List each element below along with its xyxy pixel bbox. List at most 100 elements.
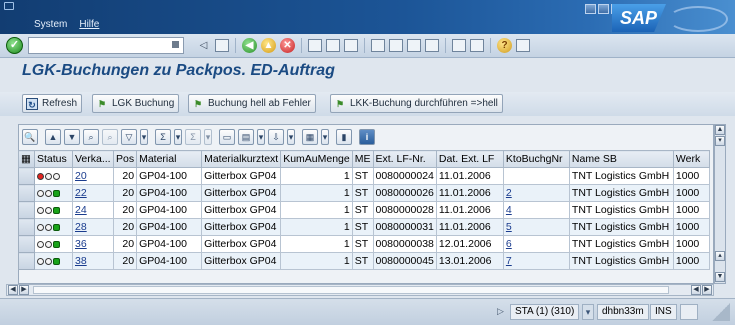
last-page-icon[interactable] xyxy=(425,39,439,52)
information-icon[interactable]: i xyxy=(359,129,375,145)
status-system-info[interactable]: STA (1) (310) xyxy=(510,304,580,320)
column-header-materialkurztext[interactable]: Materialkurztext xyxy=(201,150,282,168)
cell-verka[interactable]: 22 xyxy=(72,184,114,202)
scroll-down-icon[interactable]: ▼ xyxy=(715,272,725,282)
column-header-material[interactable]: Material xyxy=(136,150,203,168)
column-header-ext-lf-nr[interactable]: Ext. LF-Nr. xyxy=(372,150,437,168)
status-insert-mode[interactable]: INS xyxy=(650,304,677,320)
buchung-hell-ab-fehler-button[interactable]: ⚑ Buchung hell ab Fehler xyxy=(188,94,316,113)
shortcut-icon[interactable] xyxy=(470,39,484,52)
sort-descending-icon[interactable]: ▼ xyxy=(64,129,80,145)
filter-icon[interactable]: ▽ xyxy=(121,129,137,145)
sum-dropdown-icon[interactable]: ▾ xyxy=(174,129,182,145)
page-up-icon[interactable]: ▾ xyxy=(715,136,725,146)
export-icon[interactable]: ⇩ xyxy=(268,129,284,145)
save-icon[interactable] xyxy=(215,39,229,52)
title-bar: System Hilfe SAP xyxy=(0,0,735,34)
find-icon[interactable]: ⌕ xyxy=(83,129,99,145)
status-expand-icon[interactable]: ▷ xyxy=(497,306,504,317)
sum-icon[interactable]: Σ xyxy=(155,129,171,145)
cell-verka[interactable]: 36 xyxy=(72,235,114,253)
sort-ascending-icon[interactable]: ▲ xyxy=(45,129,61,145)
find-icon[interactable] xyxy=(326,39,340,52)
previous-page-icon[interactable] xyxy=(389,39,403,52)
table-row[interactable]: 28 20 GP04-100 Gitterbox GP04 1 ST 0080000031 1… xyxy=(18,218,710,236)
print-preview-icon[interactable]: ▭ xyxy=(219,129,235,145)
command-field[interactable] xyxy=(28,37,184,54)
column-header-ktobuchgnr[interactable]: KtoBuchgNr xyxy=(502,150,570,168)
cell-verka[interactable]: 38 xyxy=(72,252,114,270)
enter-check-icon[interactable]: ✓ xyxy=(6,37,23,54)
views-dropdown-icon[interactable]: ▾ xyxy=(257,129,265,145)
column-header-werk[interactable]: Werk xyxy=(672,150,710,168)
layout-dropdown-icon[interactable]: ▾ xyxy=(321,129,329,145)
cell-kto[interactable]: 4 xyxy=(502,201,570,219)
cell-kto[interactable]: 6 xyxy=(502,235,570,253)
cell-kto[interactable]: 7 xyxy=(502,252,570,270)
column-header-me[interactable]: ME xyxy=(351,150,374,168)
layout-menu-icon[interactable] xyxy=(516,39,530,52)
filter-dropdown-icon[interactable]: ▾ xyxy=(140,129,148,145)
help-icon[interactable]: ? xyxy=(497,38,512,53)
table-row[interactable]: 22 20 GP04-100 Gitterbox GP04 1 ST 0080000026 1… xyxy=(18,184,710,202)
menu-item-hilfe[interactable]: Hilfe xyxy=(79,19,99,30)
cell-kto[interactable]: 5 xyxy=(502,218,570,236)
cell-kurztext: Gitterbox GP04 xyxy=(201,235,282,253)
row-selector[interactable] xyxy=(18,167,35,185)
cell-verka[interactable]: 28 xyxy=(72,218,114,236)
command-history-dropdown-icon[interactable] xyxy=(172,41,179,48)
back-icon[interactable]: ◀ xyxy=(242,38,257,53)
scroll-left-end-icon[interactable]: ◀ xyxy=(691,285,701,295)
export-dropdown-icon[interactable]: ▾ xyxy=(287,129,295,145)
scroll-right-start-icon[interactable]: ▶ xyxy=(19,285,29,295)
cell-verka[interactable]: 20 xyxy=(72,167,114,185)
cell-kto[interactable] xyxy=(502,167,570,185)
row-selector[interactable] xyxy=(18,218,35,236)
next-page-icon[interactable] xyxy=(407,39,421,52)
views-icon[interactable]: ▤ xyxy=(238,129,254,145)
row-selector[interactable] xyxy=(18,235,35,253)
column-header-kumaumenge[interactable]: KumAuMenge xyxy=(280,150,353,168)
minimize-button[interactable] xyxy=(585,4,596,14)
table-row[interactable]: 36 20 GP04-100 Gitterbox GP04 1 ST 0080000038 1… xyxy=(18,235,710,253)
cell-kto[interactable]: 2 xyxy=(502,184,570,202)
layout-icon[interactable]: ▦ xyxy=(302,129,318,145)
column-header-status[interactable]: Status xyxy=(34,150,73,168)
row-selector[interactable] xyxy=(18,201,35,219)
maximize-button[interactable] xyxy=(598,4,609,14)
horizontal-scroll-thumb[interactable] xyxy=(33,286,669,294)
new-session-icon[interactable] xyxy=(452,39,466,52)
row-selector[interactable] xyxy=(18,252,35,270)
page-down-icon[interactable]: ▴ xyxy=(715,251,725,261)
window-menu-icon[interactable] xyxy=(4,2,14,10)
print-icon[interactable] xyxy=(308,39,322,52)
cell-verka[interactable]: 24 xyxy=(72,201,114,219)
column-header-name-sb[interactable]: Name SB xyxy=(568,150,674,168)
table-row[interactable]: 38 20 GP04-100 Gitterbox GP04 1 ST 0080000045 1… xyxy=(18,252,710,270)
table-row[interactable]: 20 20 GP04-100 Gitterbox GP04 1 ST 0080000024 1… xyxy=(18,167,710,185)
scroll-up-icon[interactable]: ▲ xyxy=(715,125,725,135)
exit-icon[interactable]: ▲ xyxy=(261,38,276,53)
row-selector[interactable] xyxy=(18,184,35,202)
find-next-icon[interactable] xyxy=(344,39,358,52)
select-all-icon[interactable]: ▦ xyxy=(18,150,35,168)
resize-grip[interactable] xyxy=(712,303,730,321)
grid-vertical-scrollbar[interactable]: ▲ ▾ ▴ ▼ xyxy=(714,124,726,284)
menu-item-system[interactable]: System xyxy=(34,19,67,30)
column-header-verka[interactable]: Verka... xyxy=(72,150,114,168)
cancel-icon[interactable]: ✕ xyxy=(280,38,295,53)
graphic-icon[interactable]: ▮ xyxy=(336,129,352,145)
column-header-pos[interactable]: Pos xyxy=(112,150,138,168)
column-header-dat-ext-lf[interactable]: Dat. Ext. LF xyxy=(435,150,504,168)
first-page-icon[interactable] xyxy=(371,39,385,52)
refresh-button[interactable]: ↻ Refresh xyxy=(22,94,83,113)
scroll-right-icon[interactable]: ▶ xyxy=(702,285,712,295)
table-row[interactable]: 24 20 GP04-100 Gitterbox GP04 1 ST 0080000028 1… xyxy=(18,201,710,219)
scroll-left-icon[interactable]: ◀ xyxy=(8,285,18,295)
back-nav-icon[interactable]: ◁ xyxy=(196,38,211,53)
details-icon[interactable]: 🔍 xyxy=(22,129,38,145)
status-dropdown-icon[interactable]: ▾ xyxy=(582,304,594,320)
lkk-buchung-button[interactable]: ⚑ LKK-Buchung durchführen =>hell xyxy=(330,94,503,113)
lgk-buchung-button[interactable]: ⚑ LGK Buchung xyxy=(92,94,180,113)
grid-horizontal-scrollbar[interactable]: ◀ ▶ ◀ ▶ xyxy=(6,284,714,296)
